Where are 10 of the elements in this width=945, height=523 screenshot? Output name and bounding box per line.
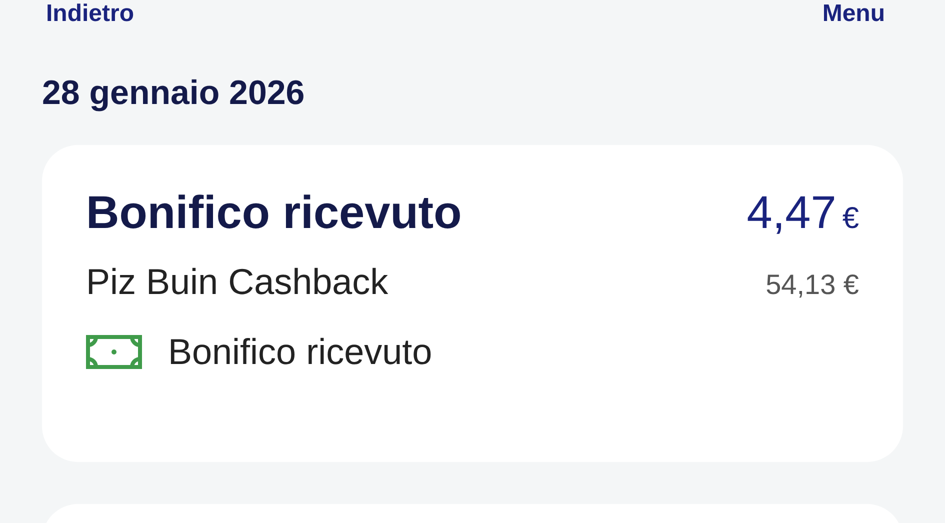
menu-link[interactable]: Menu	[822, 0, 885, 28]
counterparty-name: Piz Buin Cashback	[86, 261, 388, 303]
transaction-title: Bonifico ricevuto	[86, 185, 462, 239]
back-link[interactable]: Indietro	[46, 0, 134, 28]
date-heading: 28 gennaio 2026	[42, 73, 306, 113]
currency-symbol: €	[842, 202, 859, 236]
amount-value: 4,47	[746, 185, 836, 239]
banknote-icon	[86, 335, 142, 369]
category-label: Bonifico ricevuto	[168, 331, 432, 373]
balance-value: 54,13 €	[766, 269, 859, 301]
